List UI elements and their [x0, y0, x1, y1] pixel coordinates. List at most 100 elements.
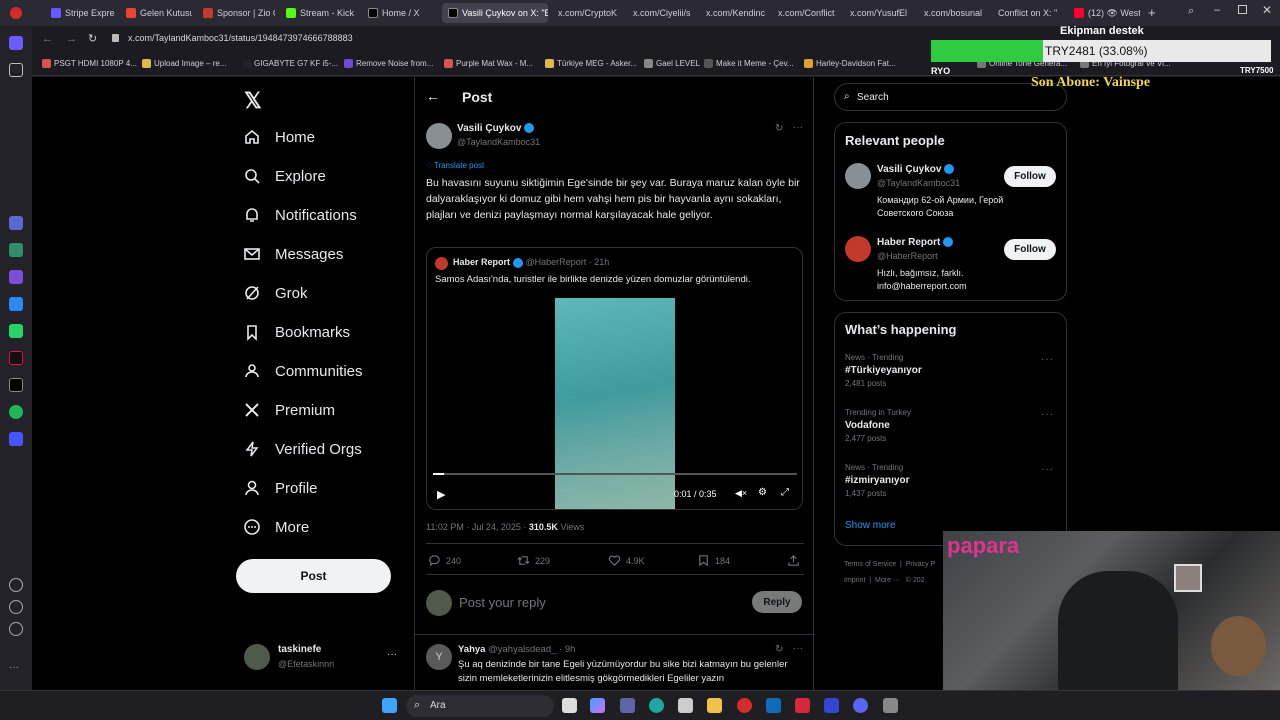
author-avatar[interactable] — [426, 123, 452, 149]
tab-active[interactable]: Vasili Çuykov on X: "Bu h — [442, 3, 548, 23]
tab[interactable]: Stripe Express — [45, 3, 115, 23]
account-avatar[interactable] — [244, 644, 270, 670]
search-tabs-icon[interactable]: ⌕ — [1188, 5, 1194, 18]
account-name[interactable]: taskinefe — [278, 644, 321, 655]
nav-grok[interactable]: Grok — [243, 284, 308, 302]
tab[interactable]: x.com/bosunal — [918, 3, 988, 23]
bookmark[interactable]: GIGABYTE G7 KF i5-... — [242, 59, 338, 68]
settings-gear-icon[interactable]: ⚙ — [758, 487, 767, 498]
browser-logo-icon[interactable] — [10, 7, 22, 19]
x-logo-icon[interactable]: 𝕏 — [244, 88, 262, 114]
star-sidebar-icon[interactable] — [9, 63, 23, 77]
video-frame[interactable] — [555, 298, 675, 509]
bookmark[interactable]: Remove Noise from... — [344, 59, 433, 68]
outlook-icon[interactable] — [766, 698, 781, 713]
translate-link[interactable]: ◌ Translate post — [427, 161, 484, 170]
nav-bookmarks[interactable]: Bookmarks — [243, 323, 350, 341]
reply-grok-icon[interactable]: ↻ — [775, 644, 783, 655]
share-action[interactable] — [787, 554, 800, 567]
trend-item[interactable]: News · Trending #Türkiyeyanıyor 2,481 po… — [845, 353, 1055, 388]
taskbar-search[interactable]: ⌕ Ara — [406, 695, 554, 717]
person-avatar[interactable] — [845, 236, 871, 262]
reply-button[interactable]: Reply — [752, 591, 802, 613]
nav-communities[interactable]: Communities — [243, 362, 363, 380]
reply-action[interactable]: 240 — [428, 554, 461, 567]
footer-link[interactable]: More ··· — [875, 577, 900, 584]
task-view-icon[interactable] — [562, 698, 577, 713]
trend-item[interactable]: Trending in Turkey Vodafone 2,477 posts — [845, 408, 1055, 443]
author-handle[interactable]: @TaylandKamboc31 — [457, 137, 540, 147]
trend-item[interactable]: News · Trending #izmiryanıyor 1,437 post… — [845, 463, 1055, 498]
history-sidebar-icon[interactable] — [9, 600, 23, 614]
reload-icon[interactable]: ↻ — [88, 32, 97, 45]
trend-more-icon[interactable]: ··· — [1041, 354, 1054, 365]
back-icon[interactable]: ← — [42, 33, 53, 45]
person-name-row[interactable]: Vasili Çuykov — [877, 164, 955, 175]
video-progress-track[interactable] — [433, 473, 797, 475]
footer-link[interactable]: Imprint — [844, 577, 865, 584]
app-sidebar-icon[interactable] — [9, 243, 23, 257]
reply-more-icon[interactable]: ··· — [793, 643, 803, 654]
forward-icon[interactable]: → — [66, 33, 77, 45]
folder-icon[interactable] — [707, 698, 722, 713]
search-input[interactable]: Search — [857, 92, 889, 103]
tab[interactable]: Sponsor | Zio C — [197, 3, 275, 23]
account-more-icon[interactable]: ··· — [387, 649, 397, 660]
footer-link[interactable]: Privacy P — [906, 561, 936, 568]
follow-button[interactable]: Follow — [1004, 166, 1056, 187]
tab[interactable]: Stream - Kick D — [280, 3, 357, 23]
copilot-icon[interactable] — [590, 698, 605, 713]
grok-post-icon[interactable]: ↻ — [775, 123, 783, 134]
tab[interactable]: x.com/Kendinc — [700, 3, 768, 23]
settings-sidebar-icon[interactable] — [9, 622, 23, 636]
bookmark[interactable]: Purple Mat Wax - M... — [444, 59, 533, 68]
maximize-icon[interactable] — [1238, 5, 1247, 14]
tab[interactable]: x.com/Ciyelii/s — [627, 3, 697, 23]
taskbar-search-input[interactable]: Ara — [430, 700, 446, 711]
app-sidebar-icon[interactable] — [9, 432, 23, 446]
tab[interactable]: x.com/YusufEl — [844, 3, 914, 23]
tab[interactable]: x.com/Conflict — [772, 3, 840, 23]
post-button[interactable]: Post — [236, 559, 391, 593]
mute-icon[interactable]: ◀× — [735, 488, 747, 499]
reply-input[interactable]: Post your reply — [459, 595, 546, 610]
tab[interactable]: x.com/CryptoK — [552, 3, 624, 23]
bookmark[interactable]: Make it Meme - Çev... — [704, 59, 794, 68]
repost-action[interactable]: 229 — [517, 554, 550, 567]
follow-button[interactable]: Follow — [1004, 239, 1056, 260]
nav-premium[interactable]: Premium — [243, 401, 335, 419]
nav-explore[interactable]: Explore — [243, 167, 326, 185]
app-sidebar-icon[interactable] — [9, 216, 23, 230]
person-name-row[interactable]: Haber Report — [877, 237, 954, 248]
tab[interactable]: (12) 👁 West C — [1068, 3, 1140, 23]
nav-more[interactable]: More — [243, 518, 309, 536]
edge-icon[interactable] — [649, 698, 664, 713]
app-icon[interactable] — [883, 698, 898, 713]
quoted-post[interactable]: Haber Report @HaberReport · 21h Samos Ad… — [426, 247, 803, 510]
nav-verified-orgs[interactable]: Verified Orgs — [243, 440, 362, 458]
heart-sidebar-icon[interactable] — [9, 578, 23, 592]
bookmark[interactable]: Harley-Davidson Fat... — [804, 59, 896, 68]
tiktok-sidebar-icon[interactable] — [9, 351, 23, 365]
back-arrow-icon[interactable]: ← — [426, 88, 440, 104]
tab[interactable]: Gelen Kutusu ( — [120, 3, 192, 23]
app-w-icon[interactable] — [795, 698, 810, 713]
nav-home[interactable]: Home — [243, 128, 315, 146]
footer-link[interactable]: Terms of Service — [844, 561, 896, 568]
messenger-sidebar-icon[interactable] — [9, 297, 23, 311]
bookmark[interactable]: Türkiye MEG - Asker... — [545, 59, 637, 68]
spotify-sidebar-icon[interactable] — [9, 405, 23, 419]
nav-profile[interactable]: Profile — [243, 479, 318, 497]
person-avatar[interactable] — [845, 163, 871, 189]
trend-more-icon[interactable]: ··· — [1041, 464, 1054, 475]
store-icon[interactable] — [678, 698, 693, 713]
bookmark-action[interactable]: 184 — [697, 554, 730, 567]
post-more-icon[interactable]: ··· — [793, 122, 803, 133]
minimize-icon[interactable]: – — [1214, 4, 1220, 16]
teams-icon[interactable] — [620, 698, 635, 713]
like-action[interactable]: 4.9K — [608, 554, 645, 567]
app-sidebar-icon[interactable] — [9, 270, 23, 284]
play-icon[interactable]: ▶ — [437, 488, 445, 501]
nav-notifications[interactable]: Notifications — [243, 206, 357, 224]
close-window-icon[interactable]: ✕ — [1262, 3, 1272, 17]
